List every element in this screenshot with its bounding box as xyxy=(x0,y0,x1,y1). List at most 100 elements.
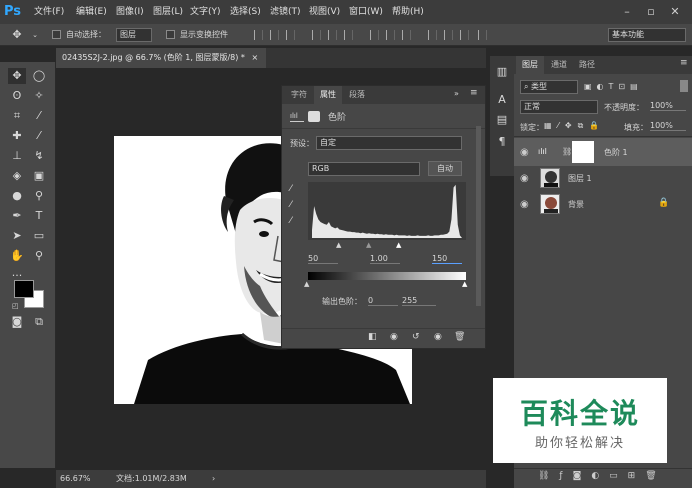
eraser-tool-icon[interactable]: ◈ xyxy=(8,168,26,184)
type-tool-icon[interactable]: T xyxy=(30,208,48,224)
gradient-tool-icon[interactable]: ▣ xyxy=(30,168,48,184)
move-tool-icon[interactable]: ✥ xyxy=(8,27,26,43)
menu-window[interactable]: 窗口(W) xyxy=(349,0,383,24)
distribute-bottom-icon[interactable] xyxy=(402,30,411,40)
menu-type[interactable]: 文字(Y) xyxy=(190,0,221,24)
tab-paragraph[interactable]: 段落 xyxy=(344,86,370,104)
brush-tool-icon[interactable]: ⁄ xyxy=(30,128,48,144)
kind-filter-select[interactable]: ⌕ 类型 xyxy=(520,80,578,94)
visibility-eye-icon[interactable]: ◉ xyxy=(520,147,529,158)
menu-select[interactable]: 选择(S) xyxy=(230,0,261,24)
layer-select[interactable]: 图层 xyxy=(116,28,152,42)
channel-select[interactable]: RGB xyxy=(308,162,420,176)
distribute-center-icon[interactable] xyxy=(444,30,453,40)
menu-view[interactable]: 视图(V) xyxy=(309,0,340,24)
crop-tool-icon[interactable]: ⌗ xyxy=(8,108,26,124)
output-white-slider[interactable]: ▲ xyxy=(462,280,467,288)
collapse-panel-icon[interactable]: » xyxy=(454,89,459,98)
opacity-value[interactable]: 100% xyxy=(650,101,686,111)
input-black-value[interactable]: 50 xyxy=(308,254,338,264)
tab-character[interactable]: 字符 xyxy=(286,86,312,104)
history-brush-icon[interactable]: ↯ xyxy=(30,148,48,164)
auto-select-checkbox[interactable] xyxy=(52,30,61,39)
show-transform-checkbox[interactable] xyxy=(166,30,175,39)
black-eyedropper-icon[interactable]: ⁄ xyxy=(290,184,292,194)
zoom-tool-icon[interactable]: ⚲ xyxy=(30,248,48,264)
align-center-icon[interactable] xyxy=(328,30,337,40)
lock-icons[interactable]: ▦⁄✥⧉🔒 xyxy=(544,121,605,131)
visibility-eye-icon[interactable]: ◉ xyxy=(520,173,529,184)
pen-tool-icon[interactable]: ✒ xyxy=(8,208,26,224)
close-tab-icon[interactable]: × xyxy=(251,53,258,62)
history-panel-icon[interactable]: ▥ xyxy=(493,64,511,80)
blur-tool-icon[interactable]: ● xyxy=(8,188,26,204)
preset-select[interactable]: 自定 xyxy=(316,136,462,150)
delete-icon[interactable]: 🗑 xyxy=(454,332,465,342)
healing-brush-icon[interactable]: ✚ xyxy=(8,128,26,144)
move-tool-icon[interactable]: ✥ xyxy=(8,68,26,84)
tab-channels[interactable]: 通道 xyxy=(546,56,572,74)
eyedropper-tool-icon[interactable]: ⁄ xyxy=(30,108,48,124)
status-arrow-icon[interactable]: › xyxy=(212,470,215,488)
layer-name[interactable]: 背景 xyxy=(568,199,584,210)
distribute-left-icon[interactable] xyxy=(428,30,437,40)
chevron-down-icon[interactable]: ⌄ xyxy=(26,27,44,43)
align-bottom-icon[interactable] xyxy=(286,30,295,40)
align-top-icon[interactable] xyxy=(254,30,263,40)
reset-icon[interactable]: ↺ xyxy=(412,332,420,342)
character-panel-icon[interactable]: A xyxy=(493,92,511,108)
layer-bottom-icons[interactable]: ⛓ƒ◙◐▭⊞🗑 xyxy=(538,471,667,481)
menu-help[interactable]: 帮助(H) xyxy=(392,0,424,24)
distribute-top-icon[interactable] xyxy=(370,30,379,40)
zoom-level[interactable]: 66.67% xyxy=(60,470,91,488)
fill-value[interactable]: 100% xyxy=(650,121,686,131)
align-left-icon[interactable] xyxy=(312,30,321,40)
layer-mask-thumbnail[interactable] xyxy=(572,141,594,163)
align-right-icon[interactable] xyxy=(344,30,353,40)
panel-menu-icon[interactable]: ≡ xyxy=(680,58,688,68)
foreground-color-swatch[interactable] xyxy=(14,280,34,298)
filter-icons[interactable]: ▣◐T⊡▤ xyxy=(584,82,643,91)
panel-scrollbar[interactable] xyxy=(476,126,481,306)
clone-stamp-icon[interactable]: ⊥ xyxy=(8,148,26,164)
view-previous-icon[interactable]: ◉ xyxy=(390,332,398,342)
workspace-select[interactable]: 基本功能 xyxy=(608,28,686,42)
close-window-icon[interactable]: ✕ xyxy=(666,0,684,24)
properties-panel-icon[interactable]: ▤ xyxy=(493,112,511,128)
align-middle-icon[interactable] xyxy=(270,30,279,40)
input-gamma-value[interactable]: 1.00 xyxy=(370,254,400,264)
layer-name[interactable]: 色阶 1 xyxy=(604,147,628,158)
layer-row-levels[interactable]: ◉ ılıl ⛓ 色阶 1 xyxy=(514,138,692,166)
maximize-icon[interactable]: ▫ xyxy=(642,0,660,24)
auto-align-icon[interactable] xyxy=(478,30,487,40)
output-black-value[interactable]: 0 xyxy=(368,296,398,306)
input-white-value[interactable]: 150 xyxy=(432,254,462,264)
black-input-slider[interactable]: ▲ xyxy=(336,241,341,249)
tab-layers[interactable]: 图层 xyxy=(516,56,544,74)
auto-button[interactable]: 自动 xyxy=(428,161,462,176)
white-input-slider[interactable]: ▲ xyxy=(396,241,401,249)
paragraph-panel-icon[interactable]: ¶ xyxy=(493,134,511,150)
visibility-eye-icon[interactable]: ◉ xyxy=(520,199,529,210)
magic-wand-icon[interactable]: ✧ xyxy=(30,88,48,104)
tab-properties[interactable]: 属性 xyxy=(314,86,342,104)
menu-filter[interactable]: 滤镜(T) xyxy=(270,0,301,24)
clip-to-layer-icon[interactable]: ◧ xyxy=(368,332,377,342)
menu-image[interactable]: 图像(I) xyxy=(116,0,144,24)
document-tab[interactable]: 02435S2J-2.jpg @ 66.7% (色阶 1, 图层蒙版/8) * … xyxy=(56,48,266,68)
distribute-middle-icon[interactable] xyxy=(386,30,395,40)
path-select-icon[interactable]: ➤ xyxy=(8,228,26,244)
gamma-input-slider[interactable]: ▲ xyxy=(366,241,371,249)
tab-paths[interactable]: 路径 xyxy=(574,56,600,74)
white-eyedropper-icon[interactable]: ⁄ xyxy=(290,216,292,226)
visibility-icon[interactable]: ◉ xyxy=(434,332,442,342)
filter-toggle[interactable] xyxy=(680,80,688,92)
default-colors-icon[interactable]: ◰ xyxy=(12,302,19,310)
hand-tool-icon[interactable]: ✋ xyxy=(8,248,26,264)
layer-row-background[interactable]: ◉ 背景 🔒 xyxy=(514,192,692,216)
menu-edit[interactable]: 编辑(E) xyxy=(76,0,107,24)
blend-mode-select[interactable]: 正常 xyxy=(520,100,598,114)
panel-menu-icon[interactable]: ≡ xyxy=(470,88,478,98)
mask-link-icon[interactable]: ⛓ xyxy=(562,147,572,156)
menu-file[interactable]: 文件(F) xyxy=(34,0,64,24)
